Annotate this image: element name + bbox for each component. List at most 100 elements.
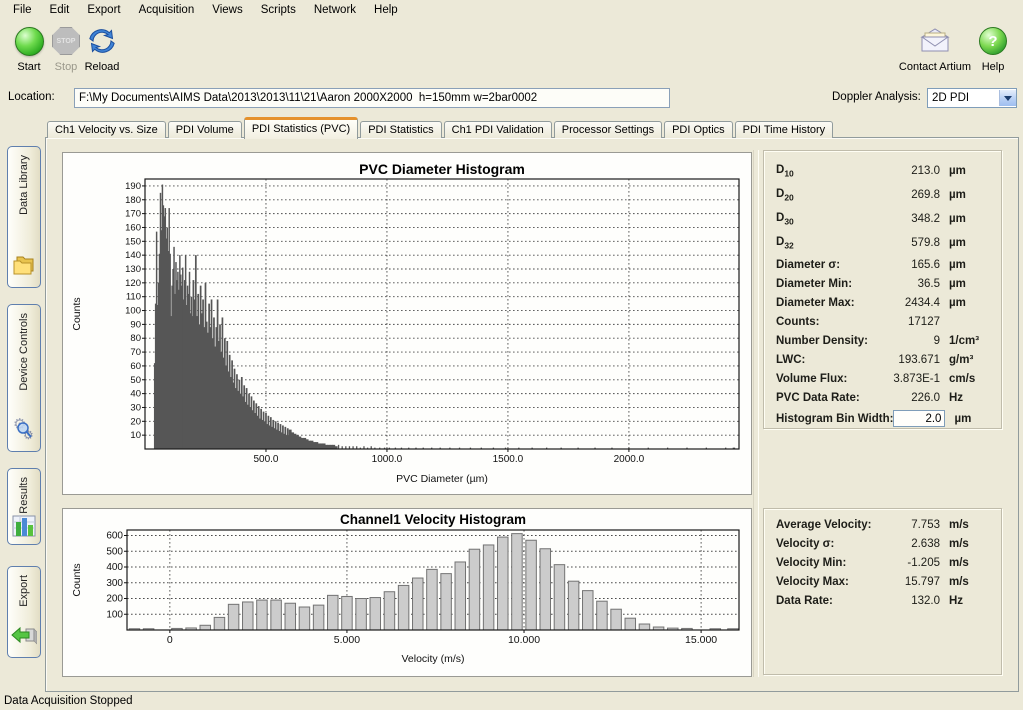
menu-item-export[interactable]: Export [78,2,129,18]
reload-button[interactable]: Reload [73,24,131,73]
svg-text:100: 100 [125,306,141,317]
stat-label: Data Rate: [776,595,878,607]
histogram-bin-width-input[interactable] [893,410,945,427]
stat-label: Number Density: [776,335,878,347]
velocity-histogram-chart: 10020030040050060005.00010.00015.000Chan… [63,509,751,676]
tab-processor-settings[interactable]: Processor Settings [554,121,662,138]
menu-item-network[interactable]: Network [305,2,365,18]
svg-text:300: 300 [106,578,123,589]
reload-button-label: Reload [73,61,131,73]
stat-value: 579.8 [878,237,940,249]
svg-text:30: 30 [130,402,141,413]
doppler-analysis-select[interactable]: 2D PDI [927,88,1017,108]
stat-label: D20 [776,188,878,202]
stat-row-d20: D20269.8µm [764,183,1001,207]
stat-row-d30: D30348.2µm [764,207,1001,231]
location-row: Location: Doppler Analysis: 2D PDI [0,88,1023,108]
menu-item-scripts[interactable]: Scripts [252,2,305,18]
sidebar-item-label: Results [18,477,30,514]
svg-text:5.000: 5.000 [334,634,360,646]
svg-text:110: 110 [126,292,141,303]
stat-value: 7.753 [878,519,940,531]
stat-label: Histogram Bin Width: [776,413,893,425]
stat-value: 348.2 [878,213,940,225]
svg-text:40: 40 [130,389,141,400]
reload-icon [73,24,131,58]
svg-text:200: 200 [106,594,123,605]
stat-unit: m/s [940,538,991,550]
pvc-diameter-histogram-chart: 1020304050607080901001101201301401501601… [63,153,751,494]
stat-label: Velocity Max: [776,576,878,588]
menu-item-views[interactable]: Views [203,2,251,18]
stat-label: PVC Data Rate: [776,392,878,404]
location-input[interactable] [74,88,670,108]
stat-unit: m/s [940,576,991,588]
menu-item-edit[interactable]: Edit [41,2,79,18]
tab-pdi-optics[interactable]: PDI Optics [664,121,733,138]
svg-text:500.0: 500.0 [253,454,278,465]
stat-row-histogram-bin-width: Histogram Bin Width: µm [764,407,1001,430]
stat-label: D32 [776,236,878,250]
stat-label: Diameter Max: [776,297,878,309]
svg-text:1500.0: 1500.0 [493,454,524,465]
svg-text:50: 50 [130,375,141,386]
stat-value: 3.873E-1 [878,373,940,385]
tab-ch1-pdi-validation[interactable]: Ch1 PDI Validation [444,121,552,138]
svg-text:15.000: 15.000 [685,634,717,646]
tab-pdi-statistics[interactable]: PDI Statistics [360,121,441,138]
y-tick-labels: 1020304050607080901001101201301401501601… [125,181,141,441]
x-axis-label: Velocity (m/s) [401,653,464,665]
y-tick-labels: 100200300400500600 [106,531,123,621]
contact-artium-label: Contact Artium [898,61,972,73]
sidebar-item-export[interactable]: Export [7,566,41,658]
diameter-statistics-panel: D10213.0µmD20269.8µmD30348.2µmD32579.8µm… [763,150,1002,429]
stat-unit: µm [940,213,991,225]
dropdown-button[interactable] [999,90,1016,106]
export-arrow-icon [11,624,37,651]
stat-label: Diameter σ: [776,259,878,271]
velocity-statistics-panel: Average Velocity:7.753m/sVelocity σ:2.63… [763,508,1002,675]
stat-value: 226.0 [878,392,940,404]
stat-row-diameter: Diameter σ:165.6µm [764,255,1001,274]
menu-item-acquisition[interactable]: Acquisition [130,2,204,18]
stat-unit: µm [940,259,991,271]
envelope-icon [898,24,972,58]
stat-row-d32: D32579.8µm [764,231,1001,255]
svg-text:70: 70 [130,347,141,358]
sidebar-item-data-library[interactable]: Data Library [7,146,41,288]
location-label: Location: [8,91,55,103]
stat-label: Volume Flux: [776,373,878,385]
svg-text:150: 150 [125,236,141,247]
sidebar-item-label: Data Library [18,155,30,215]
results-chart-icon [12,514,36,541]
tab-pdi-time-history[interactable]: PDI Time History [735,121,834,138]
stat-unit: g/m³ [940,354,991,366]
sidebar-item-results[interactable]: Results [7,468,41,545]
help-button[interactable]: ? Help [964,24,1022,73]
menu-item-help[interactable]: Help [365,2,407,18]
svg-text:2000.0: 2000.0 [614,454,645,465]
contact-artium-button[interactable]: Contact Artium [898,24,972,73]
y-axis-label: Counts [71,563,83,596]
stat-value: 15.797 [878,576,940,588]
stat-unit: Hz [940,595,991,607]
stat-value: 36.5 [878,278,940,290]
tab-pdi-volume[interactable]: PDI Volume [168,121,242,138]
tab-pdi-statistics-pvc[interactable]: PDI Statistics (PVC) [244,117,358,139]
tab-ch1-velocity-vs-size[interactable]: Ch1 Velocity vs. Size [47,121,166,138]
stat-unit: µm [945,413,991,425]
vertical-splitter[interactable] [753,150,759,677]
stat-row-d10: D10213.0µm [764,159,1001,183]
sidebar-item-device-controls[interactable]: Device Controls ⚙ ⚙ [7,304,41,452]
stat-value: -1.205 [878,557,940,569]
stat-unit: µm [940,297,991,309]
gears-icon: ⚙ ⚙ [11,414,37,445]
stat-row-velocity-max: Velocity Max:15.797m/s [764,572,1001,591]
stat-row-data-rate: Data Rate:132.0Hz [764,591,1001,610]
chevron-down-icon [1004,96,1012,101]
svg-text:90: 90 [130,319,141,330]
menu-item-file[interactable]: File [4,2,41,18]
help-button-label: Help [964,61,1022,73]
svg-text:10: 10 [130,430,141,441]
stat-row-volume-flux: Volume Flux:3.873E-1cm/s [764,369,1001,388]
